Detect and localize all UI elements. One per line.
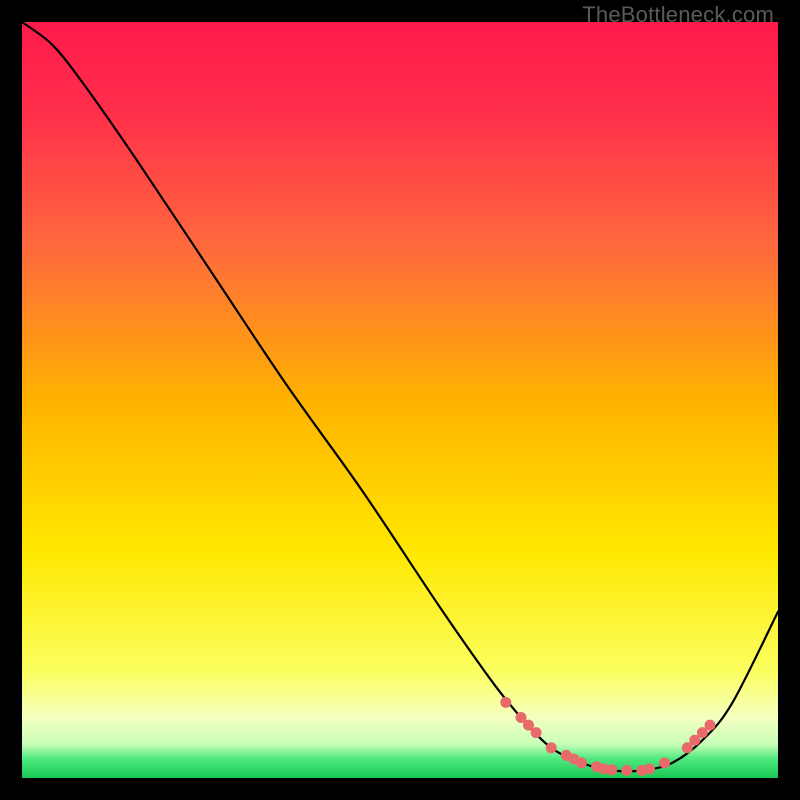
data-point-dot: [546, 742, 557, 753]
data-point-dot: [606, 764, 617, 775]
bottleneck-chart: [22, 22, 778, 778]
data-point-dot: [576, 757, 587, 768]
chart-frame: [22, 22, 778, 778]
data-point-dot: [531, 727, 542, 738]
data-point-dot: [500, 697, 511, 708]
data-point-dot: [659, 757, 670, 768]
data-point-dot: [644, 763, 655, 774]
chart-background: [22, 22, 778, 778]
data-point-dot: [621, 765, 632, 776]
data-point-dot: [705, 720, 716, 731]
